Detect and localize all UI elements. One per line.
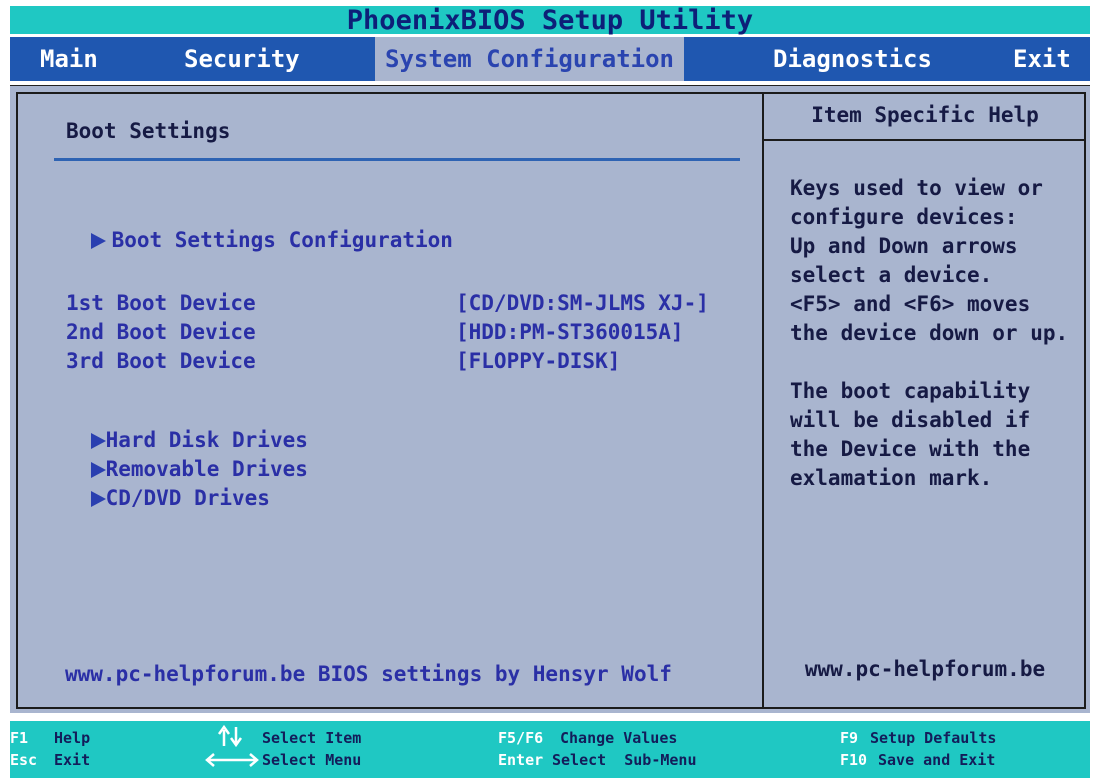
- help-footer-text: www.pc-helpforum.be: [804, 657, 1046, 681]
- boot-device-2-value[interactable]: [HDD:PM-ST360015A]: [456, 320, 684, 344]
- help-paragraph-keys: Keys used to view or configure devices: …: [790, 176, 1069, 345]
- menu-bar: Main Security System Configuration Diagn…: [10, 37, 1090, 81]
- menu-system-configuration[interactable]: System Configuration: [375, 37, 684, 81]
- help-title: Item Specific Help: [811, 103, 1039, 127]
- setup-defaults-label: Setup Defaults: [870, 729, 997, 747]
- up-down-arrows-icon: [217, 724, 243, 748]
- esc-key: Esc: [10, 751, 38, 769]
- submenu-label: Boot Settings Configuration: [111, 228, 453, 252]
- select-menu-label: Select Menu: [262, 751, 362, 769]
- change-values-label: Change Values: [560, 729, 678, 747]
- boot-device-2-label: 2nd Boot Device: [66, 320, 256, 344]
- boot-device-1-value[interactable]: [CD/DVD:SM-JLMS XJ-]: [456, 291, 709, 315]
- boot-device-1-label: 1st Boot Device: [66, 291, 256, 315]
- esc-label: Exit: [54, 751, 91, 769]
- panel-divider: [762, 92, 764, 709]
- submenu-boot-settings-configuration[interactable]: Boot Settings Configuration: [40, 204, 453, 276]
- main-panel: Boot Settings Boot Settings Configuratio…: [10, 85, 1090, 713]
- triangle-right-icon: [90, 233, 106, 249]
- help-text: Keys used to view or configure devices: …: [790, 174, 1090, 522]
- triangle-right-icon: [90, 491, 106, 507]
- boot-device-3-label: 3rd Boot Device: [66, 349, 256, 373]
- help-paragraph-boot-capability: The boot capability will be disabled if …: [790, 379, 1031, 490]
- f10-key: F10: [840, 751, 868, 769]
- left-right-arrows-icon: [205, 753, 259, 767]
- select-submenu-label: Select Sub-Menu: [552, 751, 697, 769]
- section-rule: [54, 158, 740, 161]
- save-exit-label: Save and Exit: [878, 751, 996, 769]
- f1-label: Help: [54, 729, 91, 747]
- boot-device-3-value[interactable]: [FLOPPY-DISK]: [456, 349, 620, 373]
- main-footer-text: www.pc-helpforum.be BIOS settings by Hen…: [65, 662, 672, 686]
- submenu-cd-dvd-drives[interactable]: CD/DVD Drives: [40, 462, 270, 534]
- menu-diagnostics[interactable]: Diagnostics: [773, 37, 932, 81]
- select-item-label: Select Item: [262, 729, 362, 747]
- key-legend-bar: F1 Help Esc Exit Select Item Select Menu…: [10, 721, 1090, 778]
- f9-key: F9: [840, 729, 859, 747]
- enter-key: Enter: [498, 751, 544, 769]
- f5f6-key: F5/F6: [498, 729, 544, 747]
- menu-main[interactable]: Main: [40, 37, 98, 81]
- menu-security[interactable]: Security: [184, 37, 300, 81]
- f1-key: F1: [10, 729, 29, 747]
- section-title: Boot Settings: [66, 119, 231, 143]
- help-title-divider: [762, 139, 1086, 141]
- submenu-label: CD/DVD Drives: [105, 486, 270, 510]
- menu-exit[interactable]: Exit: [1013, 37, 1071, 81]
- app-title: PhoenixBIOS Setup Utility: [10, 6, 1090, 36]
